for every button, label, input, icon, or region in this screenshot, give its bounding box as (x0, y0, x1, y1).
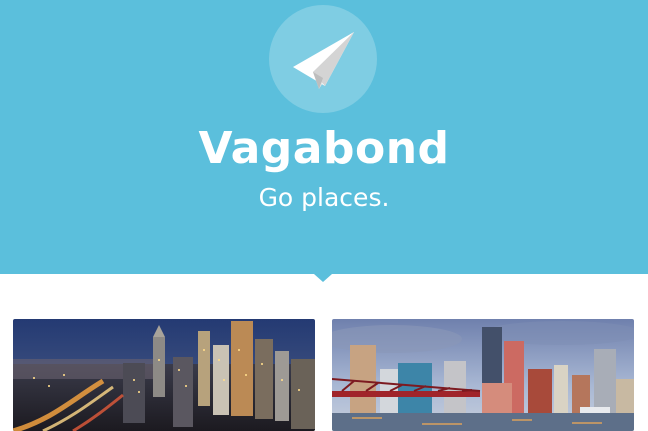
logo-badge (269, 5, 377, 113)
paper-plane-icon (293, 32, 354, 89)
brand-name: Vagabond (198, 123, 450, 174)
hero-banner: Vagabond Go places. (0, 0, 648, 274)
destination-card-atlanta[interactable] (13, 319, 315, 431)
boston-waterfront-skyline-photo (332, 319, 634, 431)
atlanta-night-skyline-photo (13, 319, 315, 431)
hero-pointer (314, 274, 332, 282)
destination-card-boston[interactable] (332, 319, 634, 431)
brand-tagline: Go places. (258, 183, 390, 212)
